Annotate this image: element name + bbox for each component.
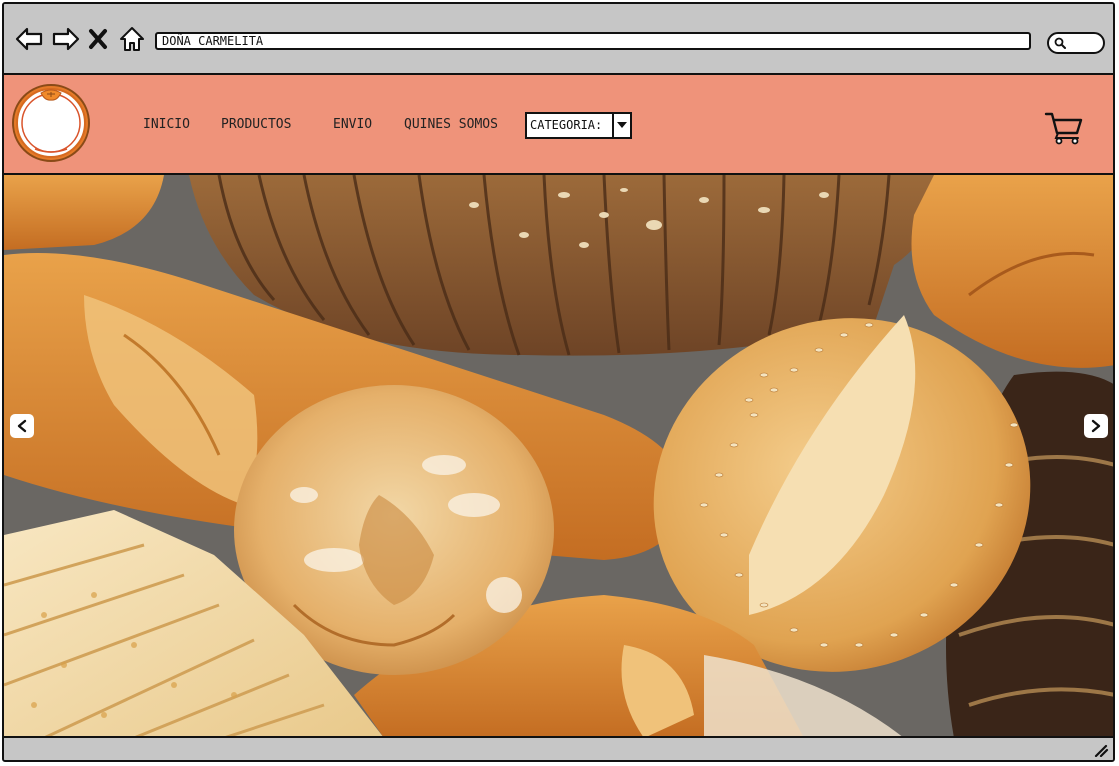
nav-envio[interactable]: ENVIO [333, 117, 372, 132]
hero-carousel [4, 175, 1113, 738]
shopping-cart-icon[interactable] [1044, 111, 1084, 145]
category-select[interactable]: CATEGORIA: [525, 112, 632, 139]
nav-productos[interactable]: PRODUCTOS [221, 117, 291, 132]
search-icon [1054, 37, 1066, 49]
site-header: INICIO PRODUCTOS ENVIO QUINES SOMOS CATE… [4, 75, 1113, 175]
browser-search-field[interactable] [1047, 32, 1105, 54]
home-icon[interactable] [117, 24, 147, 54]
close-icon[interactable] [87, 24, 109, 54]
browser-toolbar: DOÑA CARMELITA [4, 4, 1113, 75]
assorted-bread-loaves-photo [4, 175, 1113, 736]
forward-arrow-icon[interactable] [51, 24, 81, 54]
orange-logo[interactable] [11, 83, 91, 163]
chevron-left-icon[interactable] [10, 414, 34, 438]
address-bar[interactable]: DOÑA CARMELITA [155, 32, 1031, 50]
category-select-value: CATEGORIA: [530, 118, 603, 132]
nav-quienes-somos[interactable]: QUINES SOMOS [404, 117, 498, 132]
chevron-right-icon[interactable] [1084, 414, 1108, 438]
browser-window: DOÑA CARMELITA INICIO PRODUCTOS ENVIO QU… [2, 2, 1115, 762]
browser-status-bar [4, 738, 1113, 760]
back-arrow-icon[interactable] [14, 24, 44, 54]
nav-inicio[interactable]: INICIO [143, 117, 190, 132]
chevron-down-icon[interactable] [612, 114, 630, 137]
address-text: DOÑA CARMELITA [162, 34, 264, 48]
resize-grip-icon[interactable] [1093, 743, 1109, 757]
